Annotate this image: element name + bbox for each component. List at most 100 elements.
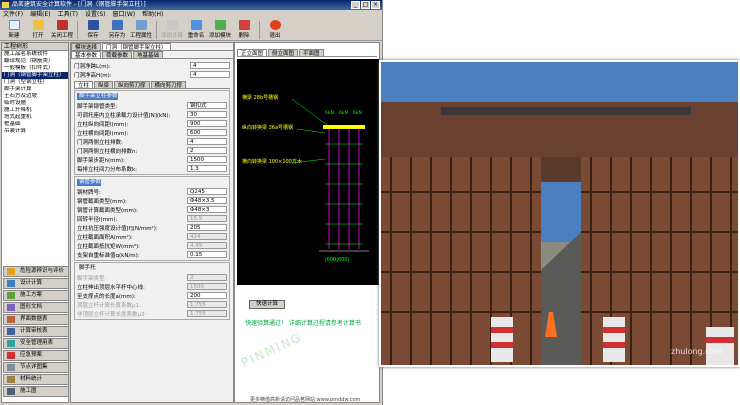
tree-item[interactable]: 施工品茗系统软件	[2, 51, 68, 58]
tree-item[interactable]: 土石方及边坡	[2, 93, 68, 100]
delete-button[interactable]: 删除	[232, 20, 256, 39]
tree-item[interactable]: 吊装计算	[2, 128, 68, 135]
select-field[interactable]: Φ48×3.5	[187, 197, 227, 204]
input-field[interactable]: 4	[187, 138, 227, 145]
add-calculation-button[interactable]: 添加计算	[160, 20, 184, 39]
traffic-barrel	[603, 317, 625, 362]
select-field[interactable]: 钢扣式	[187, 102, 227, 109]
fn-detail-drawing-button[interactable]: 节点详图集	[3, 362, 69, 373]
field-row: 非顶层立杆计算长度系数μ2: 1.755	[77, 309, 227, 318]
field-row: 脚手架类型: 2	[77, 273, 227, 282]
field-row: 支架自重标准值q(kN/m): 0.15	[77, 250, 227, 259]
field-row: 顶层立杆计算长度系数μ1: 1.755	[77, 300, 227, 309]
panel-title: 工程树形	[2, 43, 68, 51]
rename-button[interactable]: 重命名	[184, 20, 208, 39]
tree-item[interactable]: 施工升降机	[2, 107, 68, 114]
input-field[interactable]: 30	[187, 111, 227, 118]
rename-icon	[190, 20, 202, 30]
readonly-field: 424	[187, 233, 227, 240]
tab-column[interactable]: 立柱	[74, 81, 94, 89]
exit-button[interactable]: 退出	[263, 20, 287, 39]
fn-plan-button[interactable]: 施工方案	[3, 290, 69, 301]
tree-item[interactable]: 临时设施	[2, 100, 68, 107]
cad-label: 纵向转换梁 36a号槽钢	[242, 124, 293, 131]
fn-emergency-button[interactable]: 应急预案	[3, 350, 69, 361]
tree-item[interactable]: 塔式起重机	[2, 114, 68, 121]
fn-construction-drawing-button[interactable]: 施工图	[3, 386, 69, 397]
new-icon	[8, 20, 20, 30]
menu-window[interactable]: 窗口(W)	[112, 10, 135, 19]
tab-basic-params[interactable]: 基本参数	[71, 51, 102, 59]
tree-item[interactable]: 门洞（型钢立柱）	[2, 79, 68, 86]
save-button[interactable]: 保存	[81, 20, 105, 39]
tree-item[interactable]: 一般模板（扣件式）	[2, 65, 68, 72]
table-icon	[7, 316, 15, 323]
emergency-icon	[7, 352, 15, 359]
fn-safety-table-button[interactable]: 安全管理用表	[3, 338, 69, 349]
steel-pipe-params-group: 钢管参数 钢材牌号: Q245 钢管截面类型(mm): Φ48×3.5 钢管计算截面…	[74, 176, 230, 261]
input-field[interactable]: 1.3	[187, 165, 227, 172]
tab-load-params[interactable]: 荷载参数	[102, 51, 133, 59]
maximize-button[interactable]: □	[361, 1, 370, 9]
fn-review-table-button[interactable]: 计算审核表	[3, 326, 69, 337]
readonly-field: 15.9	[187, 215, 227, 222]
menu-edit[interactable]: 编辑(E)	[30, 10, 50, 19]
tab-trans-bracing[interactable]: 横向剪刀撑	[150, 81, 187, 89]
safety-icon	[7, 340, 15, 347]
add-module-button[interactable]: 添加模块	[208, 20, 232, 39]
tab-door-opening[interactable]: 门洞（钢管脚手架立柱）	[102, 43, 171, 51]
input-field[interactable]: 2	[187, 147, 227, 154]
input-field[interactable]: 600	[187, 129, 227, 136]
field-row: 钢管计算截面类型(mm): Φ48×3	[77, 205, 227, 214]
input-field[interactable]: 1500	[187, 156, 227, 163]
fn-risk-button[interactable]: 危险源辨识与评价	[3, 266, 69, 277]
main-window: 品茗建筑安全计算软件 - [门洞（钢管脚手架立柱）] _ □ × 文件(F) 编…	[0, 0, 383, 405]
tab-plan-view[interactable]: 平面图	[299, 49, 324, 57]
toolbar-separator	[77, 21, 78, 39]
tab-longitudinal-beam[interactable]: 纵梁	[94, 81, 114, 89]
input-field[interactable]: 200	[187, 292, 227, 299]
fn-drawing-doc-button[interactable]: 图形文档	[3, 302, 69, 313]
tab-module-select[interactable]: 模块选择	[71, 43, 102, 51]
quick-calc-button[interactable]: 快速计算	[249, 300, 285, 309]
select-field[interactable]: Φ48×3	[187, 206, 227, 213]
save-as-button[interactable]: 另存为	[105, 20, 129, 39]
save-icon	[87, 20, 99, 30]
project-properties-button[interactable]: 工程属性	[129, 20, 153, 39]
cad-canvas[interactable]: 横梁 28b号槽钢 纵向转换梁 36a号槽钢 横向转换梁 100×100方木 6…	[237, 59, 379, 285]
height-input[interactable]: 4	[190, 71, 230, 78]
readonly-field: 4.49	[187, 242, 227, 249]
close-button[interactable]: ×	[371, 1, 380, 9]
field-row: 门洞两侧立柱横向排数n: 2	[77, 146, 227, 155]
tab-side-elevation[interactable]: 侧立面图	[268, 49, 299, 57]
drawing-icon	[7, 304, 15, 311]
tree-item[interactable]: 脚手架计算	[2, 86, 68, 93]
span-input[interactable]: 4	[190, 62, 230, 69]
fn-data-table-button[interactable]: 界面数据表	[3, 314, 69, 325]
menu-help[interactable]: 帮助(H)	[142, 10, 163, 19]
menu-file[interactable]: 文件(F)	[3, 10, 23, 19]
beam-block	[323, 125, 365, 129]
input-field[interactable]: 205	[187, 224, 227, 231]
tree-item-selected[interactable]: 门洞（钢管脚手架立柱）	[2, 72, 68, 79]
tab-long-bracing[interactable]: 纵向剪刀撑	[114, 81, 150, 89]
select-field[interactable]: Q245	[187, 188, 227, 195]
tab-foundation[interactable]: 地基基础	[133, 51, 164, 59]
tree-item[interactable]: 桩基础	[2, 121, 68, 128]
menu-tools[interactable]: 工具(T)	[58, 10, 78, 19]
input-field[interactable]: 900	[187, 120, 227, 127]
menu-settings[interactable]: 设置(S)	[85, 10, 106, 19]
new-button[interactable]: 新建	[2, 20, 26, 39]
open-button[interactable]: 打开	[26, 20, 50, 39]
field-row: 立柱截面抵抗矩W(mm³): 4.49	[77, 241, 227, 250]
tab-front-elevation[interactable]: 正立面图	[237, 49, 268, 57]
scaffold-photo-art: zhulong.com	[381, 62, 738, 365]
input-field[interactable]: 0.15	[187, 251, 227, 258]
app-icon	[2, 2, 9, 8]
minimize-button[interactable]: _	[351, 1, 360, 9]
fn-design-calc-button[interactable]: 设计计算	[3, 278, 69, 289]
tie-bars	[325, 143, 363, 245]
close-project-button[interactable]: 关闭工程	[50, 20, 74, 39]
fn-material-button[interactable]: 材料统计	[3, 374, 69, 385]
tree-item[interactable]: 翻译规范（钢筋类）	[2, 58, 68, 65]
